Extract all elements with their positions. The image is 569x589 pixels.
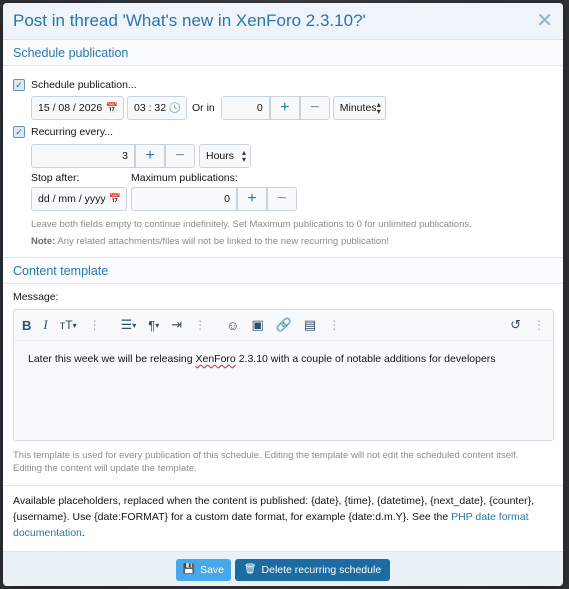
bold-icon[interactable]: B <box>22 318 31 333</box>
stop-after-row: dd / mm / yyyy 📅 0 + − <box>31 187 297 211</box>
italic-icon[interactable]: I <box>43 317 47 333</box>
or-in-increment-button[interactable]: + <box>269 96 300 120</box>
schedule-publication-row: ✓ Schedule publication... <box>13 79 137 91</box>
save-icon: 💾 <box>182 564 196 575</box>
message-label: Message: <box>13 291 59 303</box>
or-in-value: 0 <box>256 102 263 114</box>
image-icon[interactable]: ▣ <box>251 317 263 333</box>
link-icon[interactable]: 🔗 <box>276 317 292 333</box>
select-caret-icon: ▴ ▾ <box>241 147 246 164</box>
recurring-input-row: 3 + − Hours ▴ ▾ <box>31 144 251 168</box>
more-options-icon[interactable]: ⋮ <box>533 318 545 332</box>
dialog-footer: 💾 Save 🗑 Delete recurring schedule <box>3 551 563 586</box>
time-input[interactable]: 03 : 32 🕓 <box>127 96 187 120</box>
dialog-header: Post in thread 'What's new in XenForo 2.… <box>3 3 563 40</box>
close-icon[interactable]: ✕ <box>536 11 553 31</box>
placeholders-end: . <box>81 526 85 539</box>
recurring-label: Recurring every... <box>31 126 114 138</box>
max-publications-value: 0 <box>224 193 230 205</box>
indent-icon[interactable]: ⇥ <box>171 317 182 333</box>
content-section-title: Content template <box>13 263 109 278</box>
editor-toolbar: B I тT ▾ ⋮ ☰ ▾ ¶ ▾ ⇥ ⋮ ☺ ▣ 🔗 ▤ ⋮ ↺ ⋮ <box>14 310 553 341</box>
schedule-section-title: Schedule publication <box>13 45 129 60</box>
stop-after-date-input[interactable]: dd / mm / yyyy 📅 <box>31 187 127 211</box>
recurring-checkbox[interactable]: ✓ <box>13 126 25 138</box>
save-button-label: Save <box>200 563 225 576</box>
delete-recurring-schedule-button[interactable]: 🗑 Delete recurring schedule <box>234 558 391 581</box>
stop-after-label: Stop after: <box>31 172 80 184</box>
placeholders-text: Available placeholders, replaced when th… <box>13 494 553 541</box>
delete-button-label: Delete recurring schedule <box>261 563 382 576</box>
recurring-input[interactable]: 3 <box>31 144 135 168</box>
recurring-value: 3 <box>122 150 128 162</box>
template-hint: This template is used for every publicat… <box>13 450 519 475</box>
stop-after-placeholder: dd / mm / yyyy <box>38 193 106 205</box>
recurring-unit-select[interactable]: Hours ▴ ▾ <box>199 144 251 168</box>
recurring-unit-value: Hours <box>206 150 235 162</box>
clock-icon[interactable]: 🕓 <box>169 103 181 114</box>
undo-icon[interactable]: ↺ <box>510 317 521 333</box>
or-in-decrement-button[interactable]: − <box>299 96 330 120</box>
date-value: 15 / 08 / 2026 <box>38 102 103 114</box>
editor-text-start: Later this week we will be releasing <box>28 353 196 365</box>
schedule-section-header: Schedule publication <box>3 40 563 66</box>
schedule-note: Note: Any related attachments/files will… <box>31 236 551 247</box>
select-caret-icon: ▴ ▾ <box>376 99 381 116</box>
editor-text-misspelled: XenForo <box>195 353 236 365</box>
more-text-options-icon[interactable]: ⋮ <box>89 318 101 332</box>
more-paragraph-options-icon[interactable]: ⋮ <box>194 318 206 332</box>
smiley-icon[interactable]: ☺ <box>226 318 239 333</box>
calendar-icon[interactable]: 📅 <box>109 194 121 205</box>
schedule-dialog: Post in thread 'What's new in XenForo 2.… <box>3 3 563 586</box>
or-in-unit-select[interactable]: Minutes ▴ ▾ <box>332 96 386 120</box>
note-label: Note: <box>31 236 56 247</box>
align-icon[interactable]: ☰ ▾ <box>121 317 137 333</box>
note-text: Any related attachments/files will not b… <box>55 236 390 247</box>
or-in-unit-value: Minutes <box>339 102 377 114</box>
schedule-publication-label: Schedule publication... <box>31 79 137 91</box>
recurring-decrement-button[interactable]: − <box>165 144 195 168</box>
recurring-increment-button[interactable]: + <box>135 144 165 168</box>
recurring-row: ✓ Recurring every... <box>13 126 113 138</box>
schedule-hint: Leave both fields empty to continue inde… <box>31 219 472 230</box>
trash-icon: 🗑 <box>243 564 257 575</box>
schedule-datetime-row: 15 / 08 / 2026 📅 03 : 32 🕓 Or in 0 + − M… <box>31 96 386 120</box>
media-icon[interactable]: ▤ <box>304 317 316 333</box>
content-section-header: Content template <box>3 258 563 284</box>
save-button[interactable]: 💾 Save <box>175 558 231 581</box>
section-divider <box>3 485 563 486</box>
dialog-title: Post in thread 'What's new in XenForo 2.… <box>13 11 366 30</box>
text-size-icon[interactable]: тT ▾ <box>60 318 77 332</box>
time-value: 03 : 32 <box>134 102 167 114</box>
calendar-icon[interactable]: 📅 <box>106 103 118 114</box>
or-in-label: Or in <box>192 102 215 114</box>
paragraph-icon[interactable]: ¶ ▾ <box>148 318 159 333</box>
max-publications-input[interactable]: 0 <box>131 187 237 211</box>
or-in-input[interactable]: 0 <box>220 96 270 120</box>
editor-content[interactable]: Later this week we will be releasing Xen… <box>14 341 553 377</box>
editor-text-end: 2.3.10 with a couple of notable addition… <box>235 353 496 365</box>
more-insert-options-icon[interactable]: ⋮ <box>328 318 340 332</box>
max-publications-decrement-button[interactable]: − <box>267 187 297 211</box>
date-input[interactable]: 15 / 08 / 2026 📅 <box>31 96 124 120</box>
max-publications-increment-button[interactable]: + <box>237 187 267 211</box>
max-publications-label: Maximum publications: <box>131 172 238 184</box>
message-editor[interactable]: B I тT ▾ ⋮ ☰ ▾ ¶ ▾ ⇥ ⋮ ☺ ▣ 🔗 ▤ ⋮ ↺ ⋮ Later … <box>13 309 554 441</box>
schedule-publication-checkbox[interactable]: ✓ <box>13 79 25 91</box>
